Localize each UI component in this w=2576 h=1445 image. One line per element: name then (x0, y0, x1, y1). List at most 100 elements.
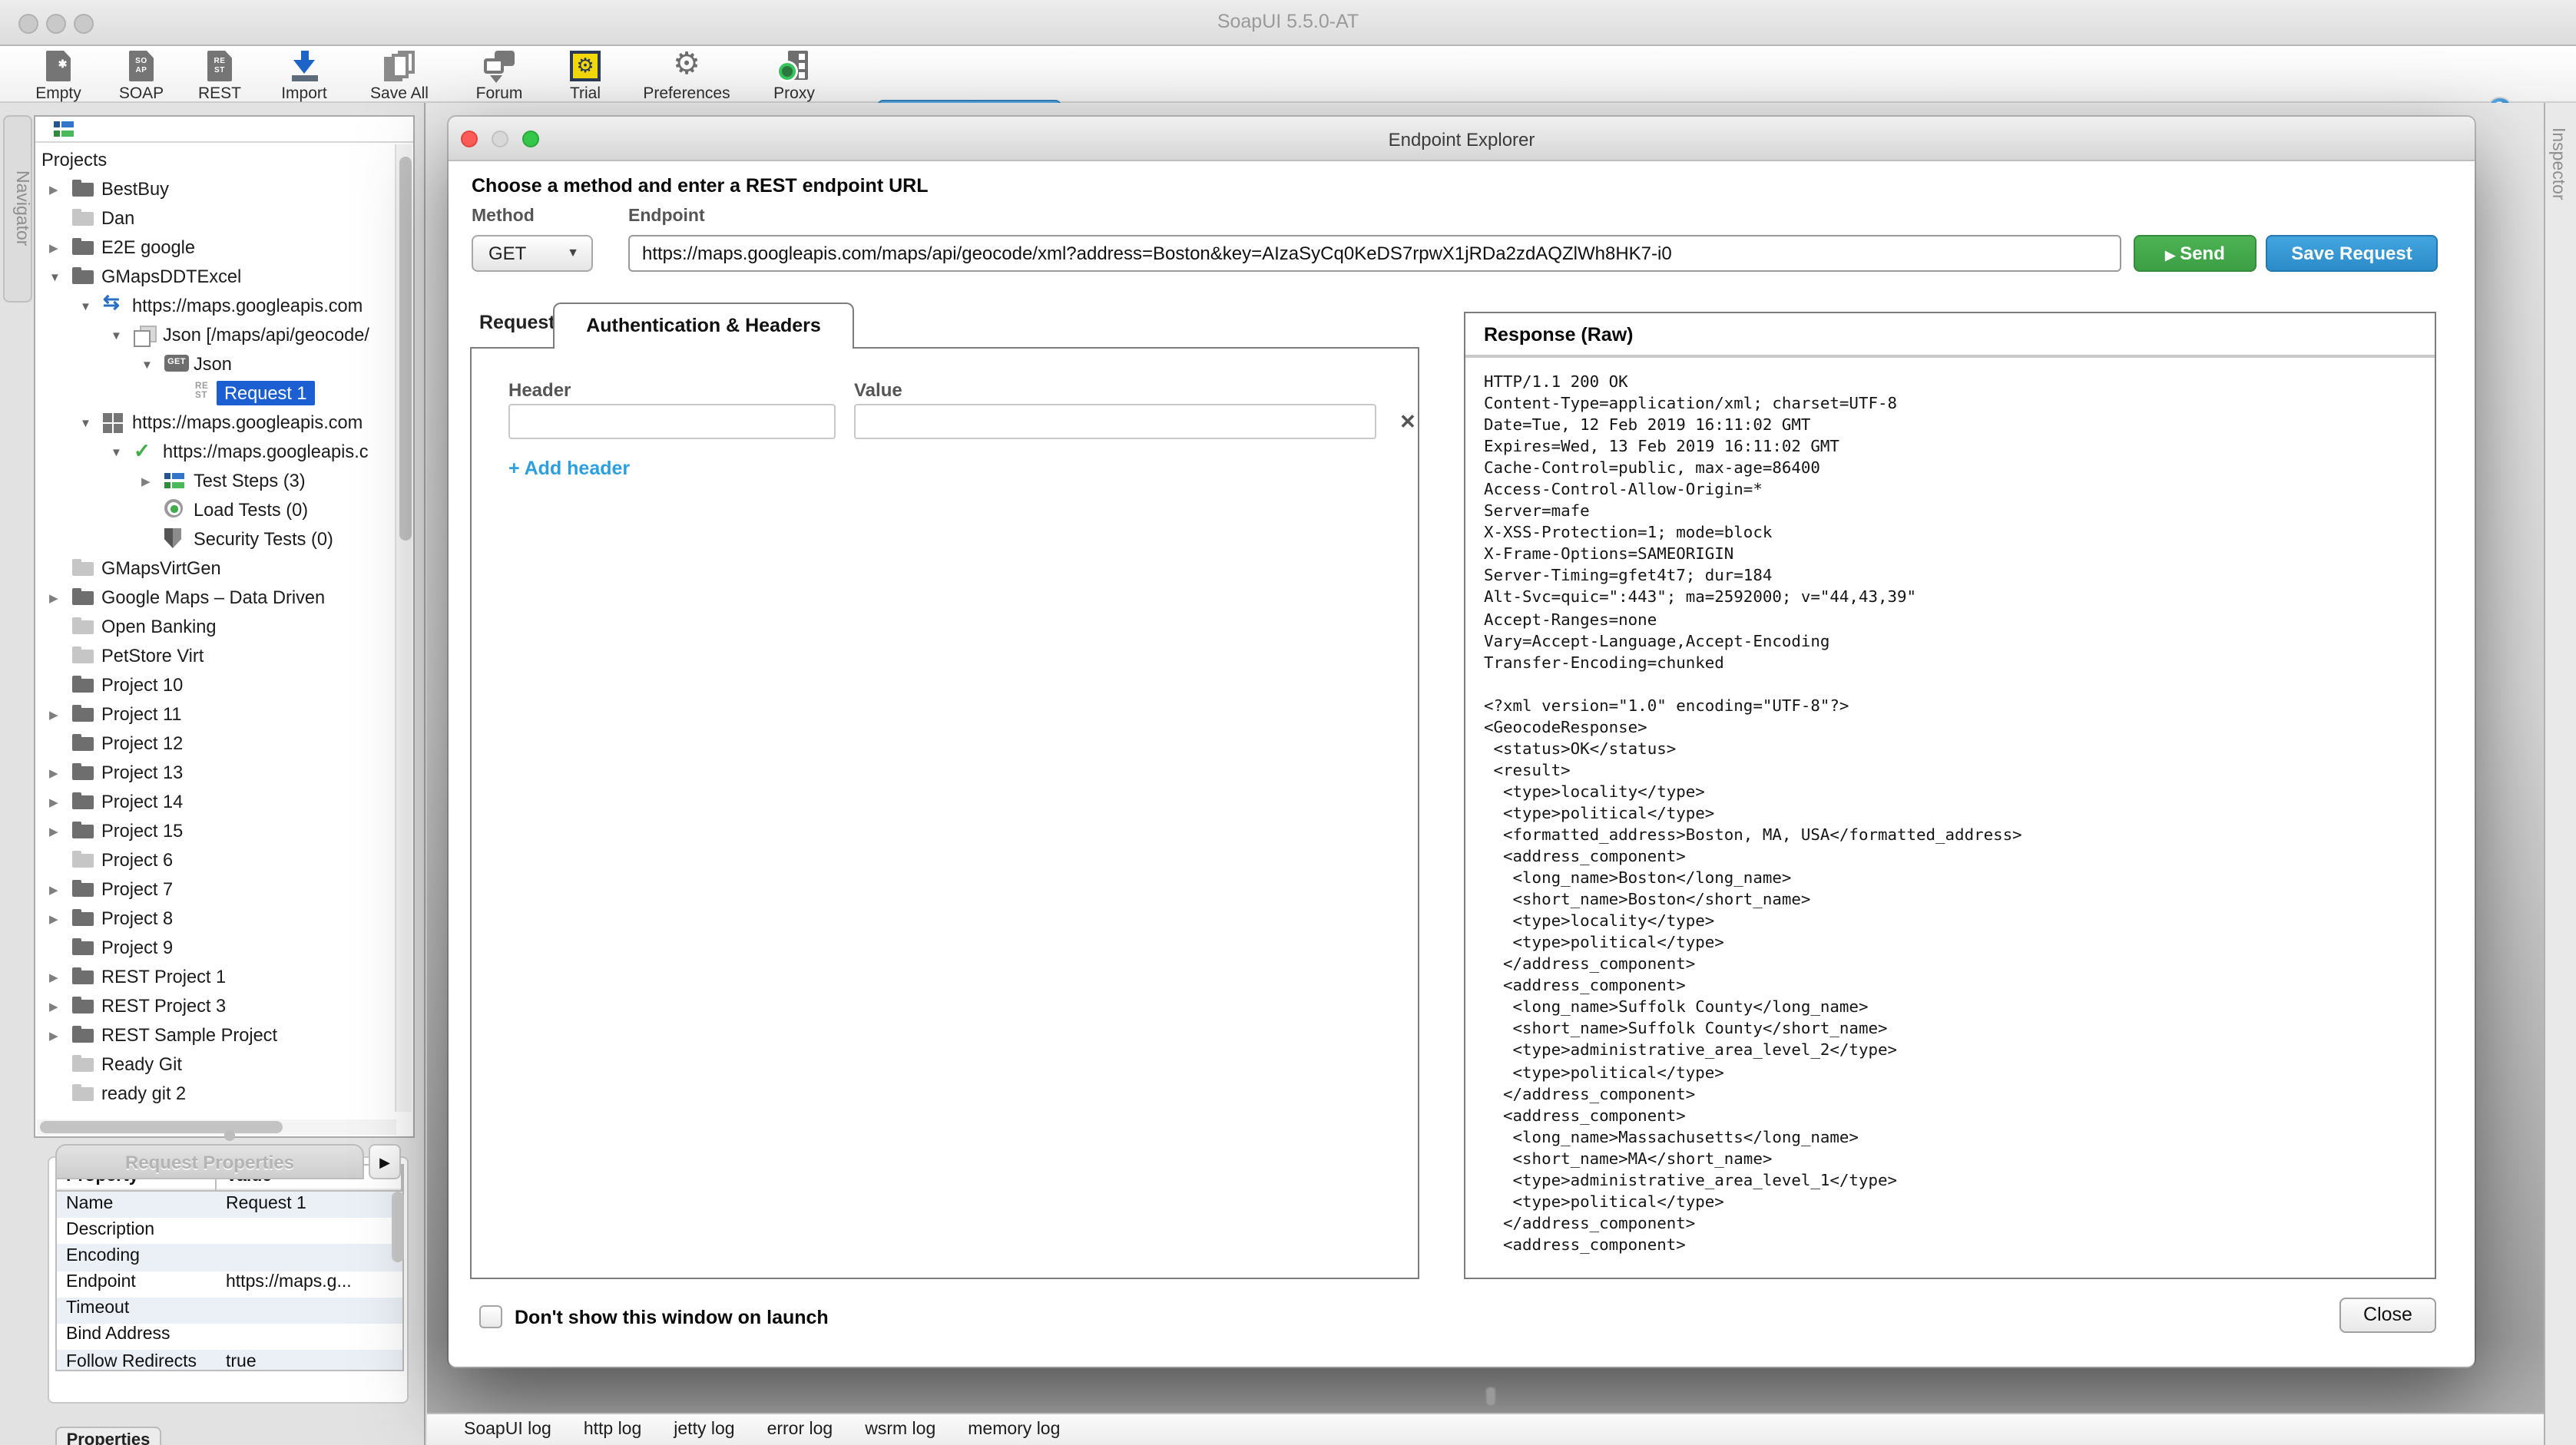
send-button[interactable]: ▶Send (2134, 235, 2256, 272)
tree-item-e2e-google[interactable]: ▶E2E google (35, 235, 413, 261)
dialog-instruction: Choose a method and enter a REST endpoin… (472, 175, 929, 197)
property-row-name[interactable]: NameRequest 1 (57, 1192, 402, 1218)
tree-item-open-banking[interactable]: Open Banking (35, 614, 413, 640)
tree-item-ready-git-2[interactable]: ready git 2 (35, 1081, 413, 1107)
tree-item-json-maps-api-geocode[interactable]: ▼Json [/maps/api/geocode/ (35, 322, 413, 349)
tree-item-gmapsvirtgen[interactable]: GMapsVirtGen (35, 556, 413, 582)
tree-item-project-15[interactable]: ▶Project 15 (35, 818, 413, 845)
collapsed-arrow-icon[interactable]: ▶ (49, 883, 58, 897)
tree-item-petstore-virt[interactable]: PetStore Virt (35, 643, 413, 670)
tree-item-project-12[interactable]: Project 12 (35, 731, 413, 757)
log-tab-soapui-log[interactable]: SoapUI log (464, 1420, 551, 1439)
collapsed-arrow-icon[interactable]: ▶ (49, 912, 58, 926)
tree-item-https-maps-googleapis-com[interactable]: ▼⇆https://maps.googleapis.com (35, 293, 413, 319)
tree-item-project-11[interactable]: ▶Project 11 (35, 702, 413, 728)
collapsed-arrow-icon[interactable]: ▶ (49, 795, 58, 809)
remove-header-icon[interactable]: ✕ (1399, 410, 1416, 435)
tab-authentication-headers[interactable]: Authentication & Headers (553, 303, 854, 349)
property-row-bind-address[interactable]: Bind Address (57, 1324, 402, 1350)
tree-vertical-scrollbar[interactable] (395, 144, 412, 1112)
tree-item-google-maps-data-driven[interactable]: ▶Google Maps – Data Driven (35, 585, 413, 611)
tree-item-dan[interactable]: Dan (35, 206, 413, 232)
tree-item-project-6[interactable]: Project 6 (35, 848, 413, 874)
request-properties-header[interactable]: Request Properties (55, 1144, 364, 1179)
inspector-tab[interactable]: Inspector (2548, 127, 2567, 200)
tree-item-rest-sample-project[interactable]: ▶REST Sample Project (35, 1023, 413, 1049)
toolbar-preferences[interactable]: ⚙Preferences (637, 51, 736, 100)
toolbar-forum[interactable]: Forum (450, 51, 548, 100)
add-header-link[interactable]: + Add header (508, 458, 630, 479)
tree-item-bestbuy[interactable]: ▶BestBuy (35, 177, 413, 203)
tree-item-gmapsddtexcel[interactable]: ▼GMapsDDTExcel (35, 264, 413, 290)
tab-request[interactable]: Request (479, 312, 555, 333)
collapsed-arrow-icon[interactable]: ▶ (49, 1000, 58, 1013)
tree-item-rest-project-1[interactable]: ▶REST Project 1 (35, 964, 413, 990)
tree-root-projects[interactable]: Projects (35, 147, 413, 174)
expanded-arrow-icon[interactable]: ▼ (49, 270, 61, 284)
tree-item-json[interactable]: ▼GETJson (35, 352, 413, 378)
dont-show-checkbox[interactable] (479, 1305, 502, 1328)
log-tab-wsrm-log[interactable]: wsrm log (865, 1420, 935, 1439)
folder-dark-icon (72, 679, 94, 693)
resize-handle[interactable] (1485, 1387, 1496, 1407)
collapsed-arrow-icon[interactable]: ▶ (49, 708, 58, 722)
tree-item-project-10[interactable]: Project 10 (35, 673, 413, 699)
tree-item-project-8[interactable]: ▶Project 8 (35, 906, 413, 932)
endpoint-url-input[interactable] (628, 235, 2121, 272)
collapsed-arrow-icon[interactable]: ▶ (49, 825, 58, 838)
properties-scrollbar[interactable] (392, 1192, 404, 1262)
get-method-icon: GET (164, 355, 189, 372)
splitter-handle[interactable] (224, 1130, 235, 1141)
collapsed-arrow-icon[interactable]: ▶ (141, 475, 151, 488)
property-row-description[interactable]: Description (57, 1218, 402, 1244)
log-tab-jetty-log[interactable]: jetty log (674, 1420, 734, 1439)
collapsed-arrow-icon[interactable]: ▶ (49, 1029, 58, 1043)
method-select[interactable]: GET ▼ (472, 235, 593, 272)
collapsed-arrow-icon[interactable]: ▶ (49, 183, 58, 197)
expanded-arrow-icon[interactable]: ▼ (141, 358, 153, 372)
tree-item-ready-git[interactable]: Ready Git (35, 1052, 413, 1078)
properties-expand-button[interactable]: ▶ (369, 1144, 401, 1179)
toolbar-trial[interactable]: ⚙Trial (536, 51, 634, 100)
tree-item-https-maps-googleapis-c[interactable]: ▼✓https://maps.googleapis.c (35, 439, 413, 465)
tree-view-icon[interactable] (54, 121, 78, 141)
tree-item-project-14[interactable]: ▶Project 14 (35, 789, 413, 815)
log-tab-error-log[interactable]: error log (767, 1420, 833, 1439)
toolbar-save-all[interactable]: Save All (350, 51, 449, 100)
toolbar-import[interactable]: Import (255, 51, 353, 100)
toolbar-rest[interactable]: RESTREST (171, 51, 269, 100)
expanded-arrow-icon[interactable]: ▼ (111, 445, 122, 459)
tree-horizontal-scrollbar[interactable] (37, 1119, 396, 1135)
log-tab-http-log[interactable]: http log (584, 1420, 641, 1439)
tree-item-security-tests-0[interactable]: Security Tests (0) (35, 527, 413, 553)
collapsed-arrow-icon[interactable]: ▶ (49, 766, 58, 780)
expanded-arrow-icon[interactable]: ▼ (80, 416, 91, 430)
tree-item-project-9[interactable]: Project 9 (35, 935, 413, 961)
tree-item-load-tests-0[interactable]: Load Tests (0) (35, 498, 413, 524)
tree-item-request-1[interactable]: RESTRequest 1 (35, 381, 413, 407)
folder-dark-icon (72, 766, 94, 780)
save-request-button[interactable]: Save Request (2266, 235, 2438, 272)
navigator-tab[interactable]: Navigator (3, 115, 32, 303)
property-row-encoding[interactable]: Encoding (57, 1245, 402, 1271)
log-tab-memory-log[interactable]: memory log (968, 1420, 1060, 1439)
collapsed-arrow-icon[interactable]: ▶ (49, 241, 58, 255)
expanded-arrow-icon[interactable]: ▼ (80, 299, 91, 313)
tree-item-https-maps-googleapis-com[interactable]: ▼https://maps.googleapis.com (35, 410, 413, 436)
toolbar-proxy[interactable]: Proxy (745, 51, 843, 100)
header-name-input[interactable] (508, 404, 836, 439)
tree-item-test-steps-3[interactable]: ▶Test Steps (3) (35, 468, 413, 494)
header-value-input[interactable] (854, 404, 1376, 439)
tree-item-rest-project-3[interactable]: ▶REST Project 3 (35, 994, 413, 1020)
properties-tab[interactable]: Properties (55, 1427, 161, 1445)
tree-item-project-7[interactable]: ▶Project 7 (35, 877, 413, 903)
property-row-timeout[interactable]: Timeout (57, 1298, 402, 1324)
expanded-arrow-icon[interactable]: ▼ (111, 329, 122, 342)
close-button[interactable]: Close (2339, 1298, 2436, 1333)
window-title: SoapUI 5.5.0-AT (0, 11, 2576, 32)
property-row-follow-redirects[interactable]: Follow Redirectstrue (57, 1350, 402, 1371)
collapsed-arrow-icon[interactable]: ▶ (49, 970, 58, 984)
property-row-endpoint[interactable]: Endpointhttps://maps.g... (57, 1271, 402, 1297)
tree-item-project-13[interactable]: ▶Project 13 (35, 760, 413, 786)
collapsed-arrow-icon[interactable]: ▶ (49, 591, 58, 605)
